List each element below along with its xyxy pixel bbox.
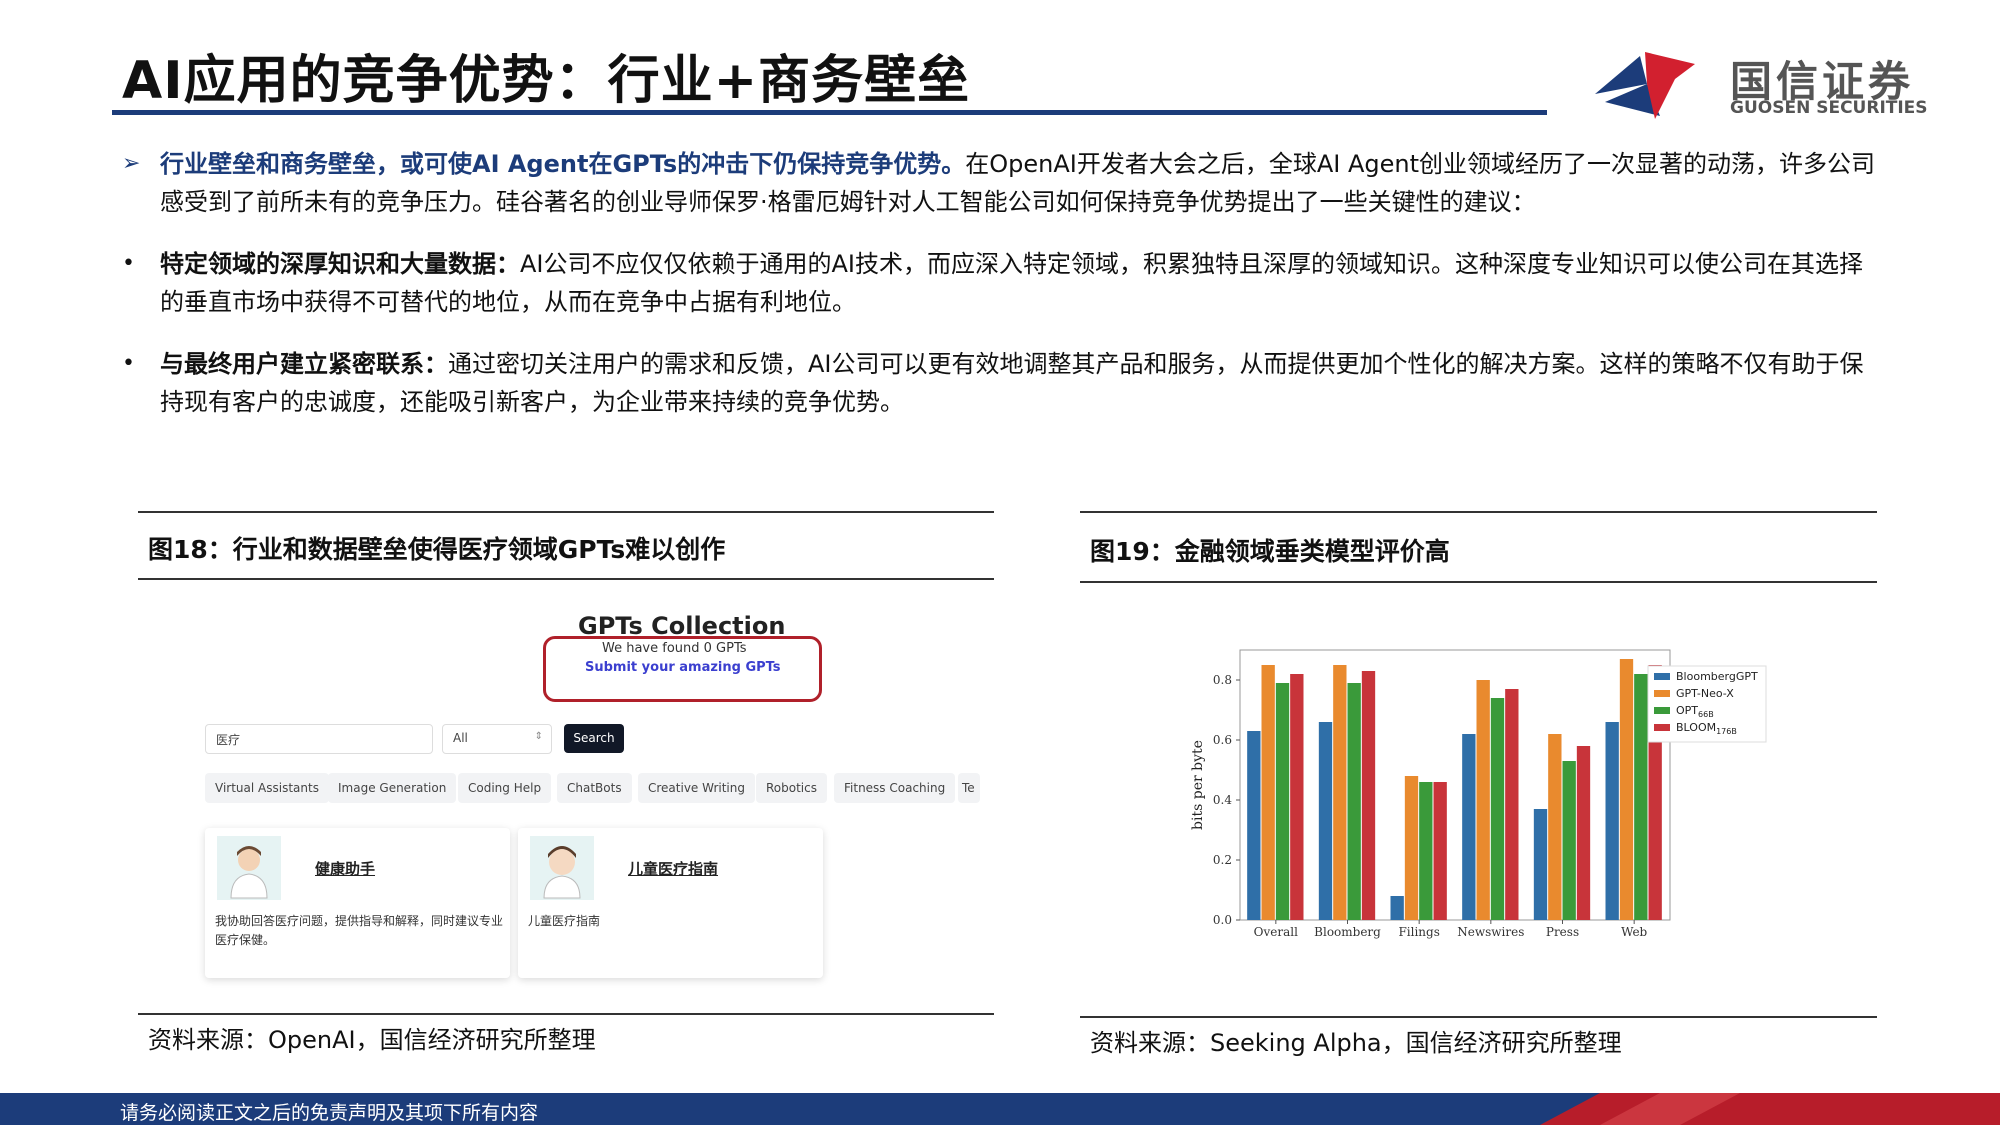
gpt-card[interactable]: 健康助手 我协助回答医疗问题，提供指导和解释，同时建议专业医疗保健。 (205, 828, 510, 978)
figure19-title: 图19：金融领域垂类模型评价高 (1090, 537, 1450, 566)
chip-truncated[interactable]: Te (958, 773, 980, 803)
gpt-card-name[interactable]: 儿童医疗指南 (628, 858, 718, 879)
title-underline (112, 110, 1547, 115)
chip-creative-writing[interactable]: Creative Writing (638, 773, 755, 803)
bar-bloomberggpt (1318, 722, 1333, 920)
figure19-bottom-rule (1080, 1016, 1877, 1018)
search-input[interactable]: 医疗 (205, 724, 433, 754)
chip-coding-help[interactable]: Coding Help (458, 773, 552, 803)
bar-bloom (1505, 689, 1519, 920)
bullet-domain-knowledge: • 特定领域的深厚知识和大量数据：AI公司不应仅仅依赖于通用的AI技术，而应深入… (122, 245, 1880, 321)
bar-bloomberggpt (1247, 731, 1261, 920)
bar-opt (1490, 698, 1505, 920)
gpt-card-description: 儿童医疗指南 (528, 914, 601, 928)
gpt-card-name[interactable]: 健康助手 (315, 858, 375, 879)
intro-lead: 行业壁垒和商务壁垒，或可使AI Agent在GPTs的冲击下仍保持竞争优势。 (160, 150, 966, 178)
figure19-top-rule (1080, 511, 1877, 513)
arrow-bullet-icon: ➢ (122, 151, 141, 176)
bar-gpt-neo-x (1333, 665, 1347, 920)
bar-gpt-neo-x (1619, 659, 1634, 920)
figure19-title-rule (1080, 581, 1877, 583)
legend-swatch (1654, 707, 1670, 714)
bullet-user-relationship: • 与最终用户建立紧密联系：通过密切关注用户的需求和反馈，AI公司可以更有效地调… (122, 345, 1880, 421)
x-tick-label: Press (1546, 925, 1579, 939)
gpt-card[interactable]: 儿童医疗指南 儿童医疗指南 (518, 828, 823, 978)
page-title: AI应用的竞争优势：行业+商务壁垒 (122, 51, 971, 111)
legend-swatch (1654, 724, 1670, 731)
legend-swatch (1654, 690, 1670, 697)
bullet-lead: 与最终用户建立紧密联系： (160, 350, 448, 378)
footer-disclaimer: 请务必阅读正文之后的免责声明及其项下所有内容 (120, 1102, 539, 1124)
y-axis-label: bits per byte (1190, 740, 1206, 830)
figure19-source: 资料来源：Seeking Alpha，国信经济研究所整理 (1090, 1029, 1622, 1057)
legend-label-subscript: 176B (1716, 727, 1737, 736)
chevron-updown-icon: ⇕ (534, 731, 543, 742)
legend-label: GPT-Neo-X (1676, 687, 1734, 700)
footer-red-band (1540, 1093, 2000, 1125)
category-select-value: All (453, 731, 468, 745)
bits-per-byte-chart: 0.0 0.2 0.4 0.6 0.8 bits per byte Overall Bloom… (1190, 649, 1767, 939)
legend-label-subscript: 66B (1698, 710, 1714, 719)
search-button[interactable]: Search (564, 724, 624, 753)
logo-name-en: GUOSEN SECURITIES (1730, 98, 1928, 118)
bar-opt (1562, 761, 1576, 920)
chip-image-generation[interactable]: Image Generation (328, 773, 457, 803)
x-tick-label: Overall (1254, 925, 1298, 939)
y-tick-label: 0.8 (1213, 673, 1232, 687)
x-tick-label: Newswires (1457, 925, 1524, 939)
bar-opt (1275, 683, 1290, 920)
intro-paragraph: ➢ 行业壁垒和商务壁垒，或可使AI Agent在GPTs的冲击下仍保持竞争优势。… (122, 145, 1880, 221)
bar-bloomberggpt (1605, 722, 1619, 920)
figure18-bottom-rule (138, 1013, 994, 1015)
bar-gpt-neo-x (1404, 776, 1419, 920)
bar-opt (1347, 683, 1361, 920)
y-tick-label: 0.4 (1213, 793, 1232, 807)
bar-gpt-neo-x (1548, 734, 1562, 920)
legend-swatch (1654, 673, 1670, 680)
category-select[interactable]: All ⇕ (442, 724, 552, 754)
y-tick-label: 0.6 (1213, 733, 1232, 747)
bar-bloom (1361, 671, 1376, 920)
child-doctor-avatar-icon (530, 836, 594, 900)
bullet-dot-icon: • (122, 351, 135, 376)
x-tick-label: Filings (1398, 925, 1439, 939)
highlight-box (543, 636, 822, 702)
bar-opt (1419, 782, 1433, 920)
gpt-card-description: 我协助回答医疗问题，提供指导和解释，同时建议专业医疗保健。 (215, 914, 504, 947)
chip-fitness-coaching[interactable]: Fitness Coaching (834, 773, 956, 803)
bar-gpt-neo-x (1261, 665, 1275, 920)
figure18-title: 图18：行业和数据壁垒使得医疗领域GPTs难以创作 (148, 535, 726, 564)
chip-robotics[interactable]: Robotics (756, 773, 827, 803)
chip-chatbots[interactable]: ChatBots (557, 773, 632, 803)
x-tick-label: Bloomberg (1314, 925, 1381, 939)
bar-bloom (1433, 782, 1447, 920)
bullet-lead: 特定领域的深厚知识和大量数据： (160, 250, 520, 278)
bar-bloomberggpt (1390, 896, 1404, 920)
chip-virtual-assistants[interactable]: Virtual Assistants (205, 773, 329, 803)
x-tick-label: Web (1621, 925, 1647, 939)
figure18-title-rule (138, 578, 994, 580)
figure18-top-rule (138, 511, 994, 513)
bar-opt (1634, 674, 1648, 920)
y-tick-label: 0.2 (1213, 853, 1232, 867)
y-tick-label: 0.0 (1213, 913, 1232, 927)
bar-gpt-neo-x (1476, 680, 1490, 920)
figure18-source: 资料来源：OpenAI，国信经济研究所整理 (148, 1026, 596, 1054)
bar-bloomberggpt (1462, 734, 1476, 920)
legend-label: BloombergGPT (1676, 670, 1758, 683)
bar-bloom (1576, 746, 1591, 920)
bar-bloomberggpt (1533, 809, 1548, 920)
bullet-dot-icon: • (122, 251, 135, 276)
doctor-avatar-icon (217, 836, 281, 900)
bar-bloom (1290, 674, 1304, 920)
